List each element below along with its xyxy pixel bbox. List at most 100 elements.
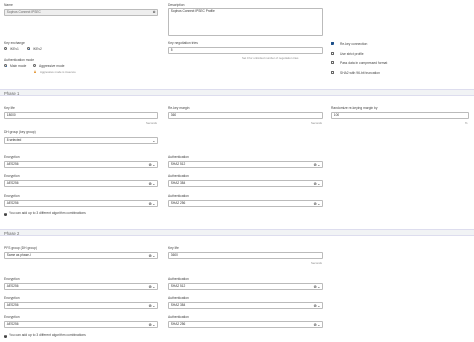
aggressive-warning: Aggressive mode is insecure: [40, 69, 76, 74]
key-exchange-label: Key exchange: [4, 41, 25, 45]
chevron-down-icon: ⌄: [152, 322, 156, 327]
compressed-label: Pass data in compressed format: [340, 61, 388, 66]
p1-dh-value: 8 selected: [6, 138, 22, 142]
key-negotiation-hint: Set 0 for unlimited number of negotiatio…: [242, 55, 299, 60]
name-label: Name: [4, 3, 13, 7]
p1-info-text: You can add up to 3 different algorithm …: [9, 211, 86, 216]
chevron-down-icon: ⌄: [152, 284, 156, 289]
p1-randomize-value: 100: [333, 113, 340, 117]
radio-ikev2[interactable]: [27, 47, 31, 51]
p2-enc-select-2[interactable]: AES256 ⊗ ⌄: [4, 302, 158, 309]
chevron-down-icon: ⌄: [317, 284, 321, 289]
p2-auth-value-2: SHA2 384: [170, 303, 186, 307]
description-label: Description: [168, 3, 185, 7]
radio-ikev1[interactable]: [4, 47, 8, 51]
p2-key-life-unit: Seconds: [311, 261, 322, 265]
radio-aggressive-mode[interactable]: [33, 64, 37, 68]
p1-auth-value-1: SHA2 512: [170, 162, 186, 166]
p1-auth-select-3[interactable]: SHA2 256 ⊗ ⌄: [168, 200, 323, 207]
chevron-down-icon: ⌄: [317, 322, 321, 327]
p2-auth-value-3: SHA2 256: [170, 322, 186, 326]
p1-enc-select-2[interactable]: AES256 ⊗ ⌄: [4, 180, 158, 187]
phase2-title: Phase 2: [4, 231, 20, 237]
name-input[interactable]: Sophos Connect IPSEC ⊗: [4, 9, 158, 16]
p1-enc-select-1[interactable]: AES256 ⊗ ⌄: [4, 161, 158, 168]
chevron-down-icon: ⌄: [152, 181, 156, 186]
p1-enc-label-2: Encryption: [4, 174, 20, 178]
p2-pfs-select[interactable]: Same as phase-I ⊗ ⌄: [4, 252, 158, 259]
key-negotiation-input[interactable]: 5: [168, 47, 323, 54]
aggressive-mode-label: Aggressive mode: [39, 64, 65, 68]
strict-profile-label: Use strict profile: [340, 51, 364, 56]
description-value: Sophos Connect IPSEC Profile: [170, 9, 215, 13]
ikev1-label: IKEv1: [10, 47, 19, 51]
p2-enc-label-1: Encryption: [4, 277, 20, 281]
sha2-96-label: SHA2 with 96-bit truncation: [340, 70, 380, 75]
checkbox-compressed[interactable]: [331, 61, 335, 65]
p1-auth-label-2: Authentication: [168, 174, 189, 178]
chevron-down-icon: ⌄: [152, 253, 156, 258]
p1-enc-value-3: AES256: [6, 201, 19, 205]
p2-key-life-input[interactable]: 3600: [168, 252, 323, 259]
p2-pfs-value: Same as phase-I: [6, 253, 31, 257]
ikev2-label: IKEv2: [33, 47, 42, 51]
info-icon: i: [4, 335, 7, 338]
checkbox-rekey[interactable]: [331, 42, 335, 47]
key-negotiation-label: Key negotiation tries: [168, 41, 198, 45]
p2-info-text: You can add up to 3 different algorithm …: [9, 333, 86, 338]
p1-dh-select[interactable]: 8 selected ⌄: [4, 137, 158, 144]
chevron-down-icon: ⌄: [152, 162, 156, 167]
p1-auth-label-1: Authentication: [168, 155, 189, 159]
p2-enc-select-3[interactable]: AES256 ⊗ ⌄: [4, 321, 158, 328]
p1-rekey-margin-unit: Seconds: [311, 121, 322, 125]
chevron-down-icon: ⌄: [317, 181, 321, 186]
p1-randomize-unit: %: [465, 121, 468, 125]
p2-key-life-value: 3600: [170, 253, 178, 257]
p2-enc-value-2: AES256: [6, 303, 19, 307]
radio-main-mode[interactable]: [4, 64, 8, 68]
chevron-down-icon: ⌄: [152, 201, 156, 206]
p1-auth-label-3: Authentication: [168, 194, 189, 198]
p2-enc-select-1[interactable]: AES256 ⊗ ⌄: [4, 283, 158, 290]
p1-rekey-margin-label: Re-key margin: [168, 106, 190, 110]
warning-icon: [34, 69, 36, 73]
p1-enc-label-3: Encryption: [4, 194, 20, 198]
p1-enc-select-3[interactable]: AES256 ⊗ ⌄: [4, 200, 158, 207]
chevron-down-icon: ⌄: [152, 138, 156, 143]
p1-auth-select-2[interactable]: SHA2 384 ⊗ ⌄: [168, 180, 323, 187]
p1-randomize-input[interactable]: 100: [331, 112, 469, 119]
p2-auth-select-2[interactable]: SHA2 384 ⊗ ⌄: [168, 302, 323, 309]
p1-dh-label: DH group (key group): [4, 130, 36, 134]
p2-auth-select-1[interactable]: SHA2 512 ⊗ ⌄: [168, 283, 323, 290]
p1-auth-value-2: SHA2 384: [170, 181, 186, 185]
p2-auth-select-3[interactable]: SHA2 256 ⊗ ⌄: [168, 321, 323, 328]
checkbox-strict-profile[interactable]: [331, 51, 335, 55]
description-textarea[interactable]: Sophos Connect IPSEC Profile: [168, 8, 323, 36]
p1-key-life-label: Key life: [4, 106, 15, 110]
chevron-down-icon: ⌄: [317, 303, 321, 308]
info-icon: i: [4, 213, 7, 216]
phase1-header: Phase 1: [0, 89, 474, 96]
p1-auth-select-1[interactable]: SHA2 512 ⊗ ⌄: [168, 161, 323, 168]
p1-key-life-input[interactable]: 18000: [4, 112, 158, 119]
key-negotiation-value: 5: [170, 48, 173, 52]
chevron-down-icon: ⌄: [317, 201, 321, 206]
p1-key-life-value: 18000: [6, 113, 16, 117]
x-circle-icon[interactable]: ⊗: [153, 10, 156, 15]
p2-pfs-label: PFS group (DH group): [4, 246, 37, 250]
p2-auth-label-1: Authentication: [168, 277, 189, 281]
p1-rekey-margin-input[interactable]: 360: [168, 112, 323, 119]
p1-randomize-label: Randomize re-keying margin by: [331, 106, 378, 110]
p2-enc-value-1: AES256: [6, 284, 19, 288]
phase1-title: Phase 1: [4, 91, 20, 97]
name-value: Sophos Connect IPSEC: [6, 10, 41, 14]
p2-enc-value-3: AES256: [6, 322, 19, 326]
p1-enc-value-1: AES256: [6, 162, 19, 166]
chevron-down-icon: ⌄: [152, 303, 156, 308]
rekey-label: Re-key connection: [340, 42, 368, 47]
p2-enc-label-2: Encryption: [4, 296, 20, 300]
p1-rekey-margin-value: 360: [170, 113, 177, 117]
p1-key-life-unit: Seconds: [146, 121, 157, 125]
checkbox-sha2-96[interactable]: [331, 70, 335, 74]
main-mode-label: Main mode: [10, 64, 27, 68]
